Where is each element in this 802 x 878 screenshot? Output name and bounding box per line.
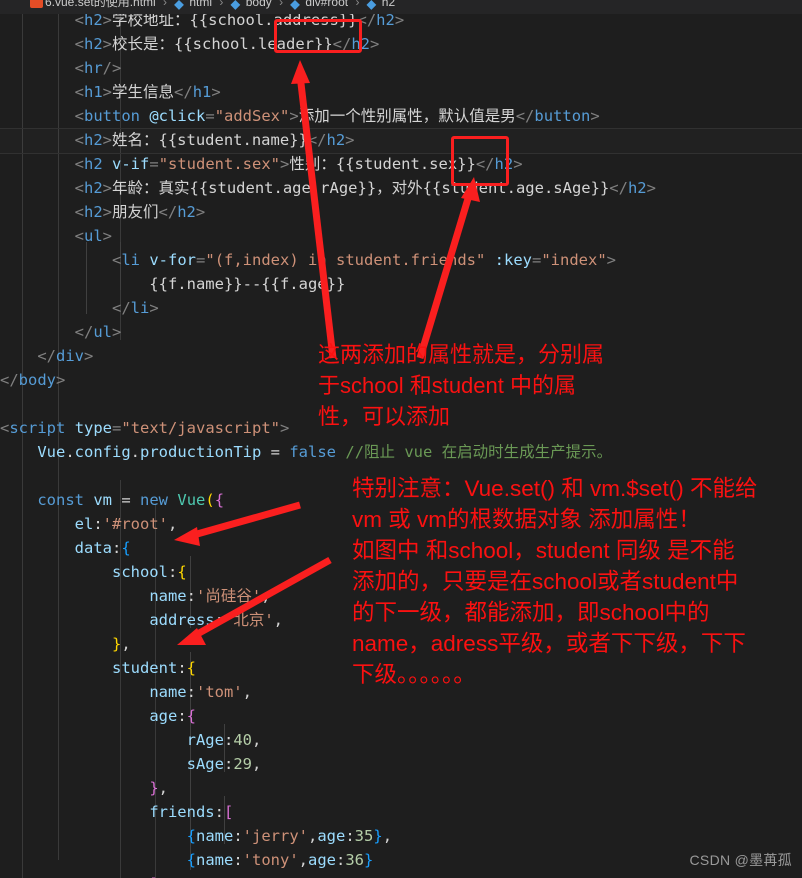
code-line[interactable]: friends:[ bbox=[0, 800, 233, 824]
breadcrumb-separator: › bbox=[275, 0, 287, 9]
code-line[interactable]: <button @click="addSex">添加一个性别属性，默认值是男</… bbox=[0, 104, 600, 128]
annotation-note-2-line-4: 添加的，只要是在school或者student中 bbox=[352, 569, 739, 594]
breadcrumb-item-html[interactable]: html bbox=[189, 0, 212, 9]
code-line[interactable]: <h2>朋友们</h2> bbox=[0, 200, 206, 224]
code-line[interactable]: <h2>姓名：{{student.name}}</h2> bbox=[0, 128, 355, 152]
code-line[interactable]: </ul> bbox=[0, 320, 122, 344]
code-line[interactable]: name:'尚硅谷', bbox=[0, 584, 270, 608]
annotation-note-1-line-2: 于school 和student 中的属 bbox=[318, 373, 576, 398]
tag-icon: ◆ bbox=[366, 0, 377, 11]
watermark: CSDN @墨苒孤 bbox=[689, 852, 792, 868]
code-line[interactable]: </li> bbox=[0, 296, 159, 320]
breadcrumb-item-div-root[interactable]: div#root bbox=[305, 0, 348, 9]
code-line[interactable]: {{f.name}}--{{f.age}} bbox=[0, 272, 345, 296]
code-line[interactable]: student:{ bbox=[0, 656, 196, 680]
breadcrumb[interactable]: 6.vue.set的使用.html › ◆ html › ◆ body › ◆ div… bbox=[0, 0, 802, 14]
code-line[interactable]: <h1>学生信息</h1> bbox=[0, 80, 221, 104]
tag-icon: ◆ bbox=[290, 0, 300, 11]
code-line[interactable]: </div> bbox=[0, 344, 93, 368]
code-line[interactable]: <script type="text/javascript"> bbox=[0, 416, 289, 440]
breadcrumb-item-body[interactable]: body bbox=[246, 0, 272, 9]
annotation-note-2-line-2: vm 或 vm的根数据对象 添加属性！ bbox=[352, 507, 701, 532]
sex-highlight-box bbox=[451, 136, 509, 186]
code-line[interactable]: }, bbox=[0, 776, 168, 800]
code-line[interactable]: <ul> bbox=[0, 224, 112, 248]
annotation-note-2-line-7: 下级。。。。。。 bbox=[352, 662, 476, 687]
code-line[interactable]: <hr/> bbox=[0, 56, 122, 80]
html-file-icon bbox=[30, 0, 43, 8]
tag-icon: ◆ bbox=[230, 0, 240, 11]
annotation-note-1-line-3: 性，可以添加 bbox=[318, 404, 451, 429]
code-line[interactable]: sAge:29, bbox=[0, 752, 262, 776]
code-line[interactable]: data:{ bbox=[0, 536, 131, 560]
code-line[interactable]: <h2 v-if="student.sex">性别：{{student.sex}… bbox=[0, 152, 523, 176]
breadcrumb-separator: › bbox=[216, 0, 227, 9]
breadcrumb-item-file[interactable]: 6.vue.set的使用.html bbox=[45, 0, 156, 9]
annotation-note-2-line-1: 特别注意：Vue.set() 和 vm.$set() 不能给 bbox=[352, 476, 758, 501]
code-line[interactable]: <h2>年龄：真实{{student.age.rAge}}，对外{{studen… bbox=[0, 176, 656, 200]
code-line[interactable]: address:'北京', bbox=[0, 608, 283, 632]
code-line[interactable]: </body> bbox=[0, 368, 65, 392]
code-line[interactable]: rAge:40, bbox=[0, 728, 262, 752]
code-line[interactable]: {name:'tony',age:36} bbox=[0, 848, 374, 872]
code-line[interactable]: const vm = new Vue({ bbox=[0, 488, 224, 512]
code-line[interactable]: ] bbox=[0, 872, 158, 878]
tag-icon: ◆ bbox=[174, 0, 184, 11]
code-editor[interactable]: <h2>学校地址：{{school.address}}</h2> <h2>校长是… bbox=[0, 14, 802, 878]
breadcrumb-item-h2[interactable]: h2 bbox=[382, 0, 395, 9]
leader-highlight-box bbox=[274, 19, 362, 53]
code-line[interactable]: age:{ bbox=[0, 704, 196, 728]
code-line[interactable]: <li v-for="(f,index) in student.friends"… bbox=[0, 248, 616, 272]
annotation-note-2-line-5: 的下一级，都能添加，即school中的 bbox=[352, 600, 710, 625]
code-line[interactable]: }, bbox=[0, 632, 131, 656]
annotation-note-2-line-3: 如图中 和school，student 同级 是不能 bbox=[352, 538, 735, 563]
annotation-note-2-line-6: name，adress平级，或者下下级，下下 bbox=[352, 631, 746, 656]
code-line[interactable]: school:{ bbox=[0, 560, 187, 584]
code-line[interactable]: name:'tom', bbox=[0, 680, 252, 704]
breadcrumb-separator: › bbox=[352, 0, 363, 9]
code-line[interactable]: {name:'jerry',age:35}, bbox=[0, 824, 392, 848]
code-line[interactable]: Vue.config.productionTip = false //阻止 vu… bbox=[0, 440, 612, 464]
breadcrumb-separator: › bbox=[159, 0, 171, 9]
annotation-note-1-line-1: 这两添加的属性就是，分别属 bbox=[318, 342, 605, 367]
code-line[interactable]: el:'#root', bbox=[0, 512, 178, 536]
